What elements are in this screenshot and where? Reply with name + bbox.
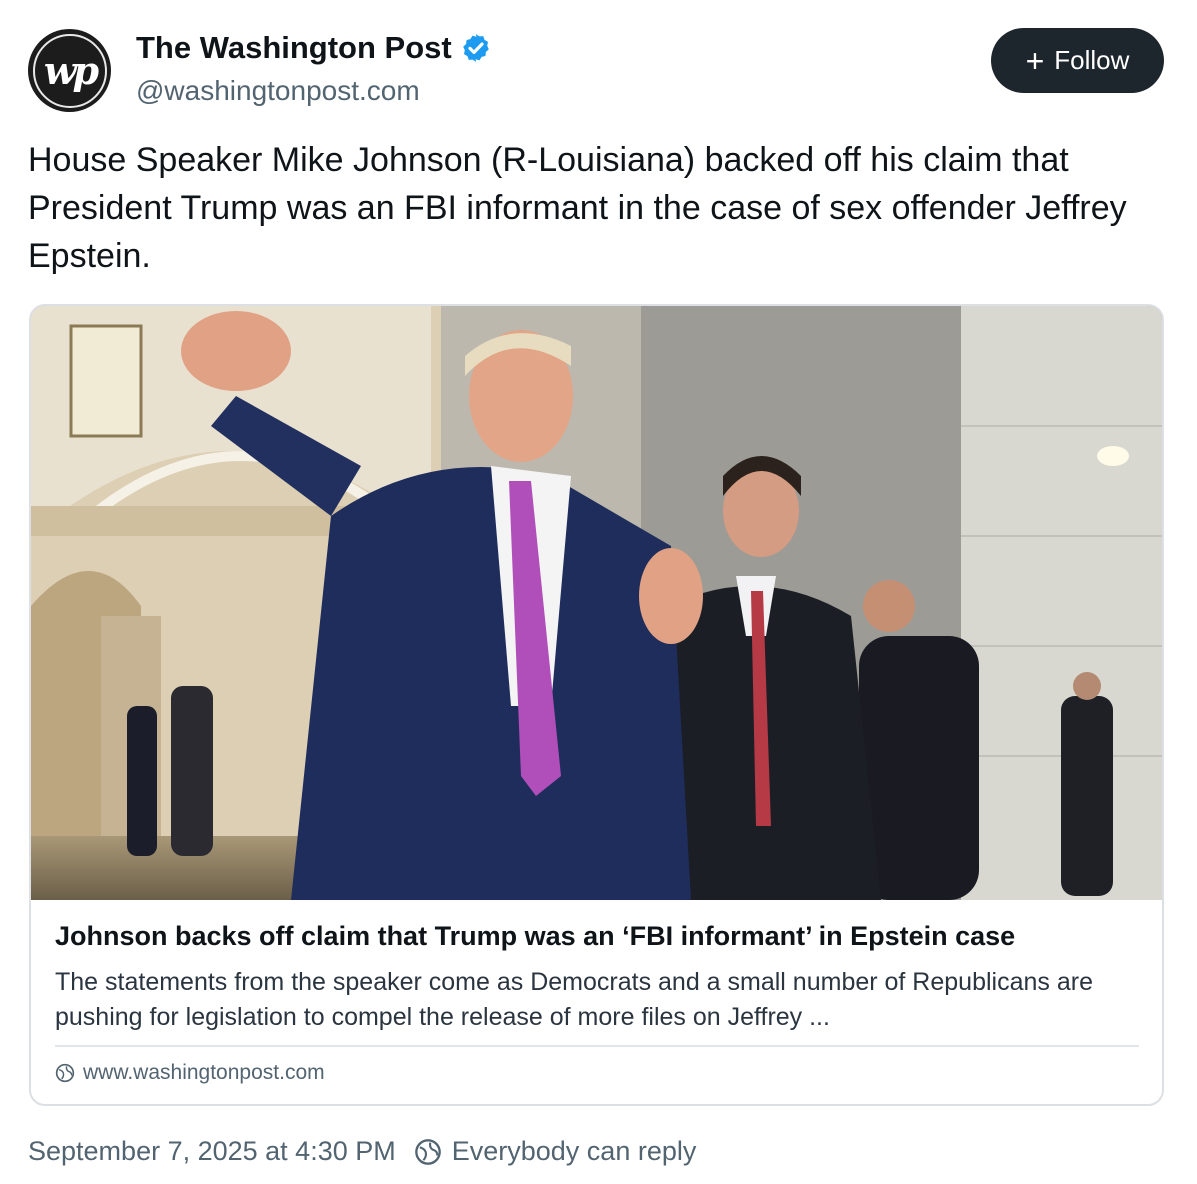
author-display-name[interactable]: The Washington Post: [136, 30, 452, 66]
link-card-divider: [55, 1045, 1139, 1047]
plus-icon: +: [1025, 42, 1045, 79]
globe-icon: [55, 1063, 75, 1083]
author-name-row: The Washington Post: [136, 30, 492, 66]
reply-setting[interactable]: Everybody can reply: [452, 1136, 697, 1167]
post-container: wp The Washington Post @washingtonpost.c…: [0, 0, 1197, 1184]
link-card-description: The statements from the speaker come as …: [55, 968, 1093, 1031]
post-text: House Speaker Mike Johnson (R-Louisiana)…: [28, 141, 1127, 275]
post-timestamp[interactable]: September 7, 2025 at 4:30 PM: [28, 1136, 396, 1167]
author-avatar[interactable]: wp: [28, 29, 111, 112]
article-photo[interactable]: [31, 306, 1162, 900]
link-card-domain-row[interactable]: www.washingtonpost.com: [55, 1061, 325, 1085]
link-card[interactable]: Johnson backs off claim that Trump was a…: [29, 304, 1164, 1106]
link-card-domain: www.washingtonpost.com: [83, 1061, 325, 1084]
link-card-title[interactable]: Johnson backs off claim that Trump was a…: [55, 921, 1015, 952]
globe-icon: [414, 1138, 441, 1165]
washington-post-logo: wp: [32, 33, 107, 108]
post-footer: September 7, 2025 at 4:30 PM Everybody c…: [28, 1136, 696, 1167]
author-handle[interactable]: @washingtonpost.com: [136, 75, 420, 107]
verified-badge-icon[interactable]: [460, 32, 492, 64]
follow-button[interactable]: + Follow: [991, 28, 1164, 93]
follow-button-label: Follow: [1054, 45, 1130, 75]
